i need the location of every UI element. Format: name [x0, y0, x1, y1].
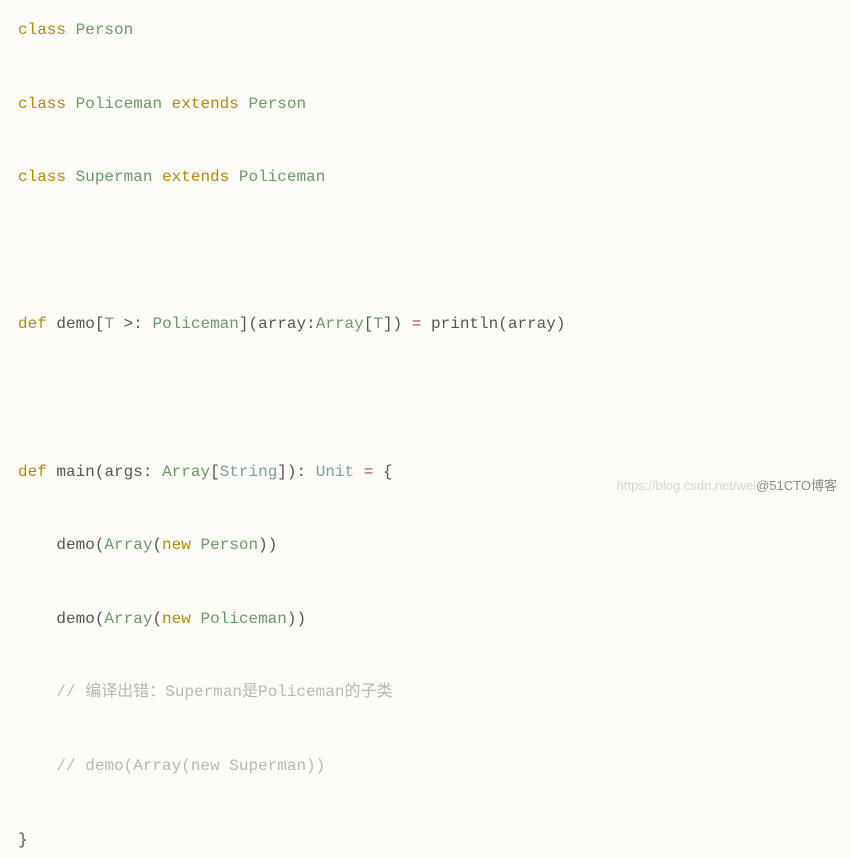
keyword-new: new [162, 536, 191, 554]
arg-name: args [104, 463, 142, 481]
paren: ( [498, 315, 508, 333]
fn-call: demo [56, 536, 94, 554]
bracket: ] [277, 463, 287, 481]
paren: ( [152, 610, 162, 628]
code-line-10: } [18, 822, 833, 858]
keyword-def: def [18, 463, 47, 481]
bracket: [ [95, 315, 105, 333]
type-array: Array [316, 315, 364, 333]
type-person: Person [200, 536, 258, 554]
code-line-9: // demo(Array(new Superman)) [18, 748, 833, 785]
bracket: [ [210, 463, 220, 481]
type-policeman: Policeman [152, 315, 238, 333]
bound-op: >: [124, 315, 143, 333]
arg: array [508, 315, 556, 333]
code-line-4: def demo[T >: Policeman](array:Array[T])… [18, 306, 833, 343]
bracket: [ [364, 315, 374, 333]
keyword-def: def [18, 315, 47, 333]
comment: // 编译出错：Superman是Policeman的子类 [56, 683, 392, 701]
bracket: ] [383, 315, 393, 333]
type-array: Array [104, 536, 152, 554]
bracket: ] [239, 315, 249, 333]
paren: ( [95, 463, 105, 481]
keyword-class: class [18, 168, 66, 186]
colon: : [143, 463, 153, 481]
brace: } [18, 831, 28, 849]
type-unit: Unit [316, 463, 354, 481]
type-string: String [220, 463, 278, 481]
type-param-t: T [373, 315, 383, 333]
keyword-new: new [162, 610, 191, 628]
watermark: https://blog.csdn.net/wei@51CTO博客 [617, 479, 837, 492]
type-person: Person [76, 21, 134, 39]
paren: ) [258, 536, 268, 554]
type-superman: Superman [76, 168, 153, 186]
type-policeman: Policeman [239, 168, 325, 186]
paren: ( [95, 536, 105, 554]
fn-name: demo [56, 315, 94, 333]
keyword-class: class [18, 21, 66, 39]
code-line-2: class Policeman extends Person [18, 86, 833, 123]
paren: ) [297, 610, 307, 628]
brace: { [383, 463, 393, 481]
keyword-extends: extends [162, 168, 229, 186]
type-policeman: Policeman [76, 95, 162, 113]
paren: ) [556, 315, 566, 333]
colon: : [297, 463, 307, 481]
keyword-class: class [18, 95, 66, 113]
type-policeman: Policeman [200, 610, 286, 628]
arg-name: array [258, 315, 306, 333]
equals: = [412, 315, 422, 333]
paren: ( [249, 315, 259, 333]
code-line-6: demo(Array(new Person)) [18, 527, 833, 564]
code-line-blank [18, 233, 833, 270]
code-line-7: demo(Array(new Policeman)) [18, 601, 833, 638]
watermark-faint: https://blog.csdn.net/wei [617, 478, 756, 493]
code-block: class Person class Policeman extends Per… [18, 12, 833, 858]
equals: = [364, 463, 374, 481]
paren: ) [393, 315, 403, 333]
type-array: Array [162, 463, 210, 481]
code-line-3: class Superman extends Policeman [18, 159, 833, 196]
type-person: Person [248, 95, 306, 113]
code-line-blank [18, 380, 833, 417]
code-line-8: // 编译出错：Superman是Policeman的子类 [18, 674, 833, 711]
keyword-extends: extends [172, 95, 239, 113]
paren: ( [152, 536, 162, 554]
paren: ) [287, 610, 297, 628]
fn-name: main [56, 463, 94, 481]
paren: ( [95, 610, 105, 628]
fn-call: demo [56, 610, 94, 628]
type-array: Array [104, 610, 152, 628]
watermark-dark: @51CTO博客 [756, 478, 837, 493]
paren: ) [268, 536, 278, 554]
fn-call: println [431, 315, 498, 333]
comment: // demo(Array(new Superman)) [56, 757, 325, 775]
colon: : [306, 315, 316, 333]
code-line-1: class Person [18, 12, 833, 49]
type-param-t: T [104, 315, 114, 333]
paren: ) [287, 463, 297, 481]
